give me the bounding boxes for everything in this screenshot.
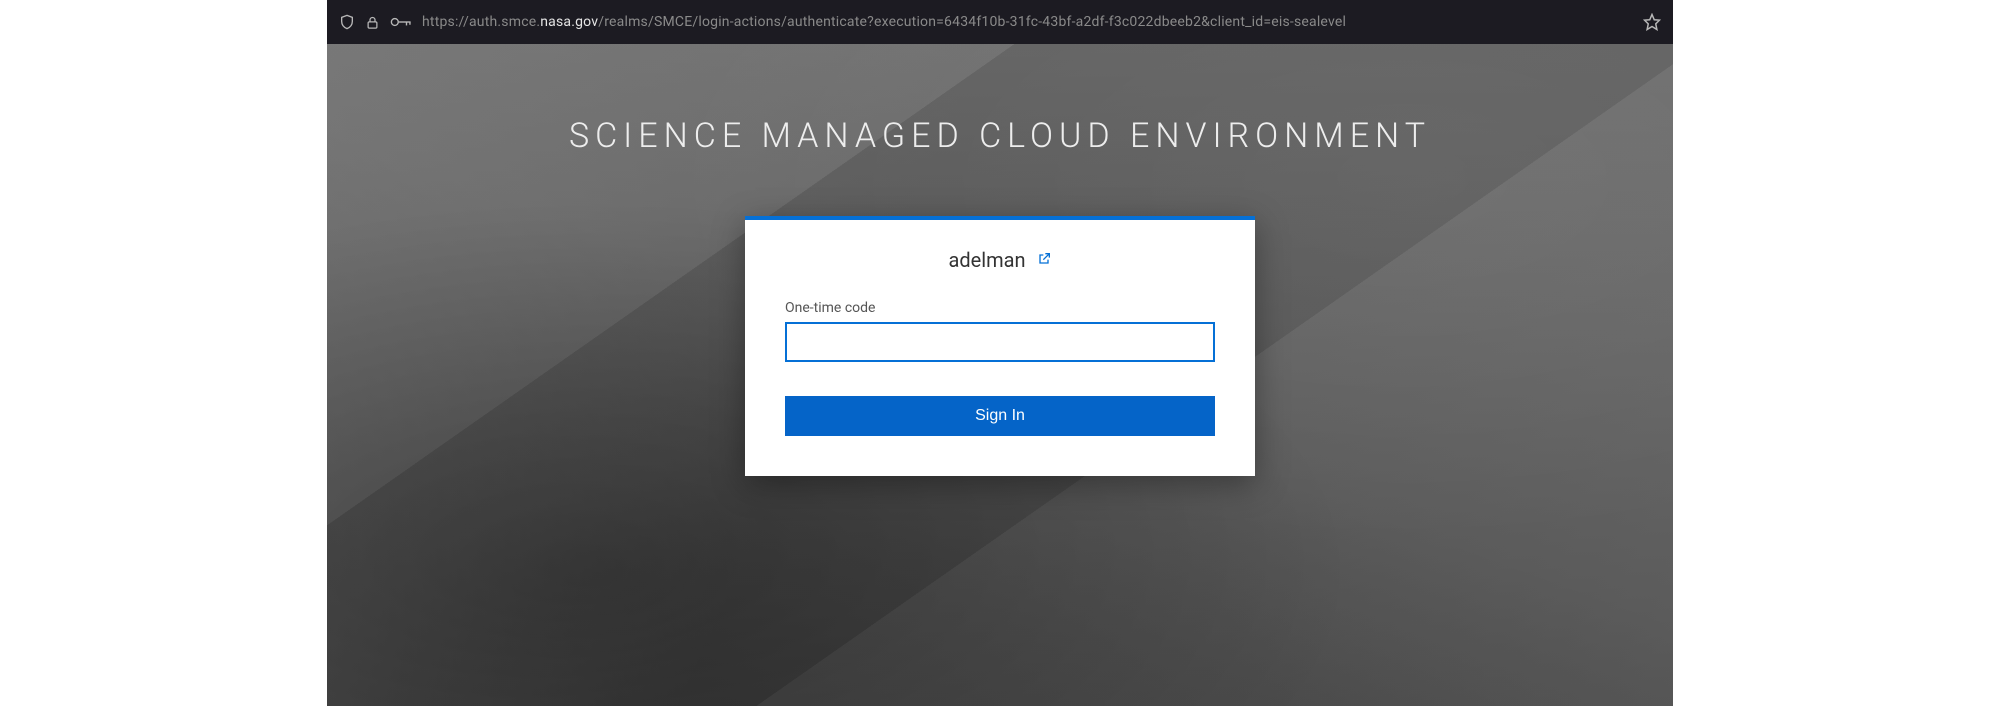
url-text[interactable]: https://auth.smce.nasa.gov/realms/SMCE/l… (422, 14, 1625, 30)
shield-icon[interactable] (339, 14, 355, 30)
url-domain: nasa.gov (540, 14, 598, 30)
username-text: adelman (948, 248, 1025, 272)
page-content: SCIENCE MANAGED CLOUD ENVIRONMENT adelma… (327, 44, 1673, 706)
otp-input[interactable] (785, 322, 1215, 362)
browser-viewport: https://auth.smce.nasa.gov/realms/SMCE/l… (327, 0, 1673, 706)
url-bar: https://auth.smce.nasa.gov/realms/SMCE/l… (327, 0, 1673, 44)
lock-icon[interactable] (365, 15, 380, 30)
username-row: adelman (785, 248, 1215, 272)
bookmark-star-icon[interactable] (1643, 13, 1661, 31)
page-inner: SCIENCE MANAGED CLOUD ENVIRONMENT adelma… (327, 44, 1673, 476)
switch-user-icon[interactable] (1036, 248, 1052, 272)
signin-button[interactable]: Sign In (785, 396, 1215, 436)
otp-label: One-time code (785, 300, 1215, 316)
login-card: adelman One-time code Sign In (745, 216, 1255, 476)
key-icon[interactable] (390, 15, 412, 29)
url-suffix: /realms/SMCE/login-actions/authenticate?… (598, 14, 1346, 30)
url-prefix: https://auth.smce. (422, 14, 540, 30)
page-title: SCIENCE MANAGED CLOUD ENVIRONMENT (569, 116, 1431, 156)
